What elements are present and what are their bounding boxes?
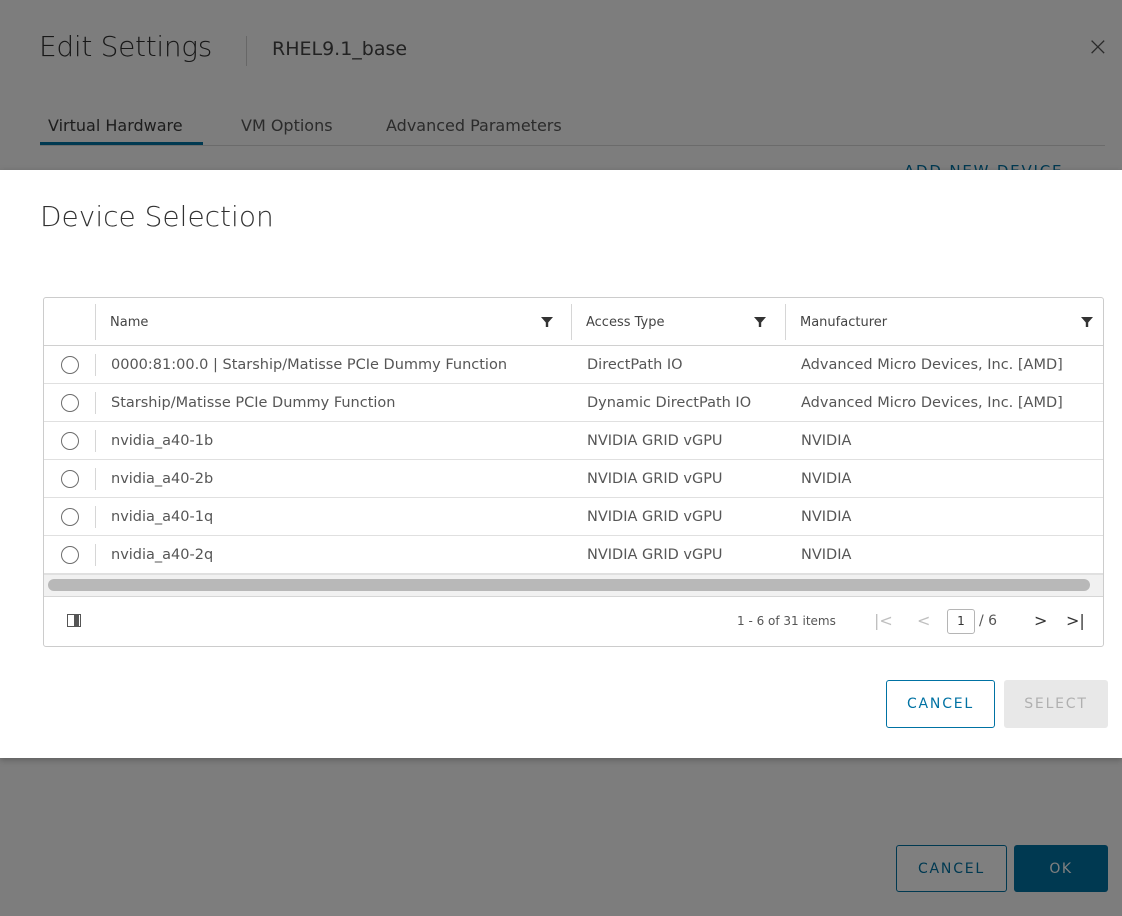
cancel-button[interactable]: CANCEL xyxy=(886,680,995,728)
column-header-label: Name xyxy=(110,314,149,330)
filter-icon[interactable] xyxy=(754,315,766,329)
cell-manufacturer: NVIDIA xyxy=(801,471,852,487)
row-radio[interactable] xyxy=(61,546,79,564)
cell-name: 0000:81:00.0 | Starship/Matisse PCIe Dum… xyxy=(111,357,508,373)
row-divider xyxy=(95,430,96,452)
cell-name: nvidia_a40-1b xyxy=(111,433,214,449)
column-header-label: Access Type xyxy=(586,314,665,330)
cell-access-type: NVIDIA GRID vGPU xyxy=(587,433,723,449)
device-grid: Name Access Type Manufacturer 0000:81:00… xyxy=(43,297,1104,647)
table-row[interactable]: nvidia_a40-2b NVIDIA GRID vGPU NVIDIA xyxy=(44,460,1103,498)
row-divider xyxy=(95,468,96,490)
next-page-icon[interactable]: > xyxy=(1034,611,1047,630)
row-divider xyxy=(95,392,96,414)
cell-access-type: NVIDIA GRID vGPU xyxy=(587,509,723,525)
filter-icon[interactable] xyxy=(1081,315,1093,329)
row-radio[interactable] xyxy=(61,508,79,526)
row-radio[interactable] xyxy=(61,470,79,488)
grid-footer: 1 - 6 of 31 items |< < 1 / 6 > >| xyxy=(44,596,1103,646)
total-pages: / 6 xyxy=(979,613,998,629)
pagination-summary: 1 - 6 of 31 items xyxy=(737,614,836,628)
column-header-manufacturer[interactable]: Manufacturer xyxy=(786,298,1086,346)
cell-manufacturer: NVIDIA xyxy=(801,509,852,525)
row-divider xyxy=(95,354,96,376)
grid-header: Name Access Type Manufacturer xyxy=(44,298,1103,346)
column-header-name[interactable]: Name xyxy=(96,298,571,346)
row-radio[interactable] xyxy=(61,356,79,374)
filter-icon[interactable] xyxy=(541,315,553,329)
table-row[interactable]: nvidia_a40-2q NVIDIA GRID vGPU NVIDIA xyxy=(44,536,1103,574)
column-header-access-type[interactable]: Access Type xyxy=(572,298,784,346)
cell-name: nvidia_a40-2q xyxy=(111,547,214,563)
cell-manufacturer: Advanced Micro Devices, Inc. [AMD] xyxy=(801,357,1063,373)
first-page-icon[interactable]: |< xyxy=(874,611,893,630)
cell-manufacturer: NVIDIA xyxy=(801,433,852,449)
previous-page-icon[interactable]: < xyxy=(917,611,930,630)
row-divider xyxy=(95,506,96,528)
cell-access-type: NVIDIA GRID vGPU xyxy=(587,547,723,563)
table-row[interactable]: nvidia_a40-1b NVIDIA GRID vGPU NVIDIA xyxy=(44,422,1103,460)
cell-manufacturer: Advanced Micro Devices, Inc. [AMD] xyxy=(801,395,1063,411)
row-divider xyxy=(95,544,96,566)
cell-manufacturer: NVIDIA xyxy=(801,547,852,563)
cell-access-type: Dynamic DirectPath IO xyxy=(587,395,752,411)
row-radio[interactable] xyxy=(61,394,79,412)
cell-name: Starship/Matisse PCIe Dummy Function xyxy=(111,395,396,411)
device-selection-modal: Device Selection Name Access Type Manufa… xyxy=(0,170,1122,758)
horizontal-scrollbar-thumb[interactable] xyxy=(48,579,1090,591)
current-page-input[interactable]: 1 xyxy=(947,609,975,634)
table-row[interactable]: 0000:81:00.0 | Starship/Matisse PCIe Dum… xyxy=(44,346,1103,384)
cell-name: nvidia_a40-1q xyxy=(111,509,214,525)
cell-access-type: DirectPath IO xyxy=(587,357,683,373)
last-page-icon[interactable]: >| xyxy=(1066,611,1085,630)
column-header-label: Manufacturer xyxy=(800,314,888,330)
cell-access-type: NVIDIA GRID vGPU xyxy=(587,471,723,487)
table-row[interactable]: nvidia_a40-1q NVIDIA GRID vGPU NVIDIA xyxy=(44,498,1103,536)
select-button[interactable]: SELECT xyxy=(1004,680,1108,728)
column-toggle-icon[interactable] xyxy=(67,614,81,627)
table-row[interactable]: Starship/Matisse PCIe Dummy Function Dyn… xyxy=(44,384,1103,422)
row-radio[interactable] xyxy=(61,432,79,450)
cell-name: nvidia_a40-2b xyxy=(111,471,214,487)
modal-title: Device Selection xyxy=(40,200,274,233)
